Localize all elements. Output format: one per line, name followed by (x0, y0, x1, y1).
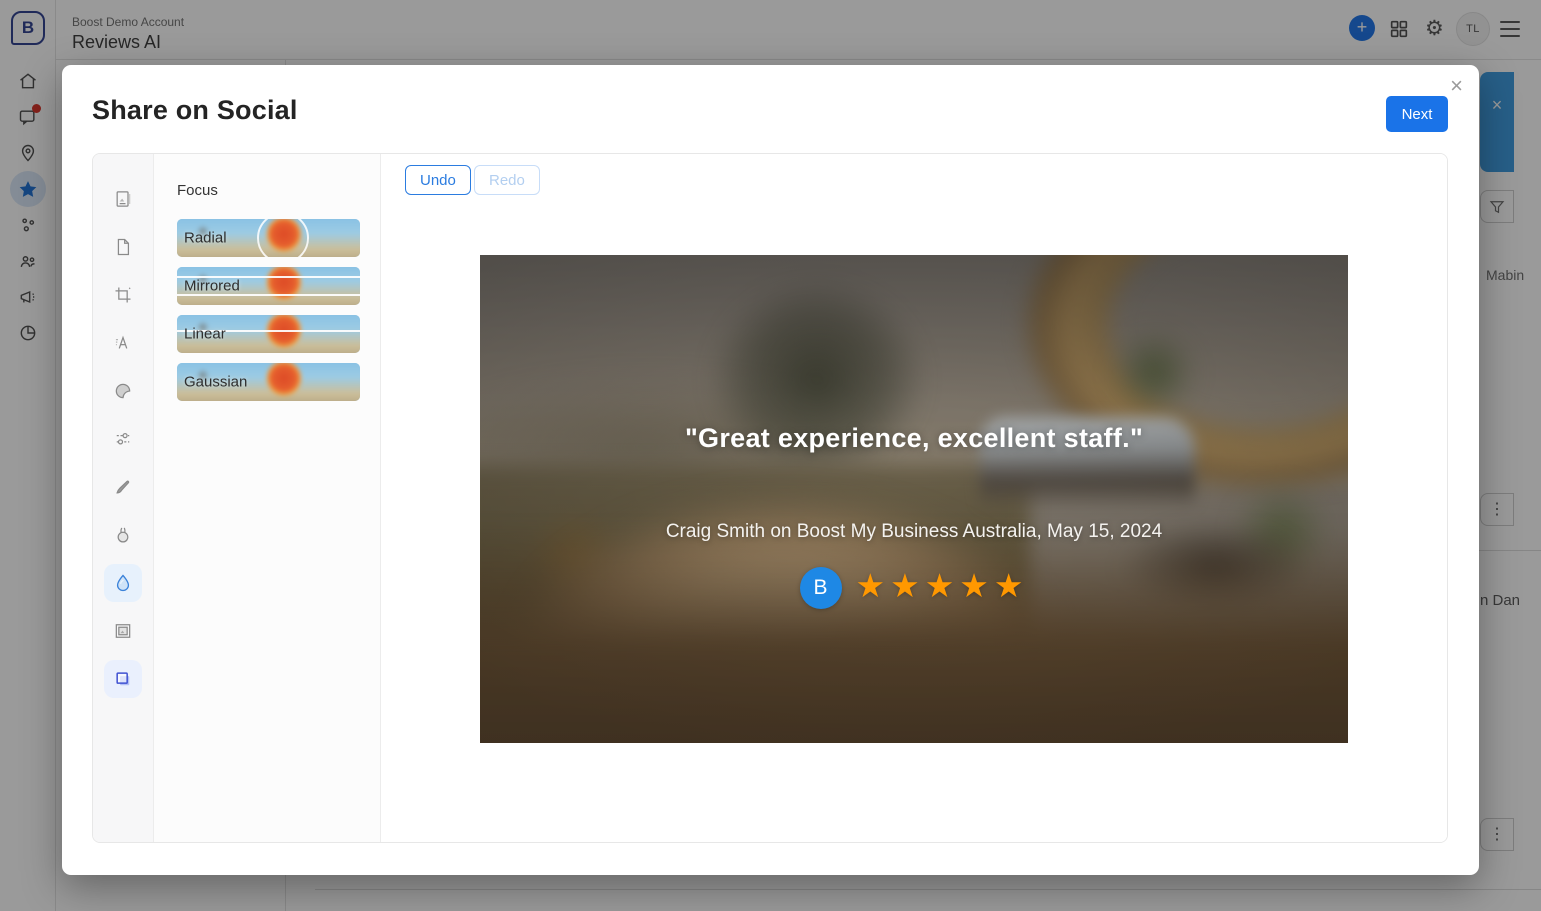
photo-dark-overlay (480, 255, 1348, 743)
focus-option-gaussian[interactable]: Gaussian (177, 363, 360, 401)
focus-option-mirrored[interactable]: Mirrored (177, 267, 360, 305)
sticker-tool-button[interactable] (104, 372, 142, 410)
brush-tool-button[interactable] (104, 468, 142, 506)
template-icon (113, 189, 133, 209)
crop-tool-button[interactable] (104, 276, 142, 314)
frame-tool-button[interactable] (104, 612, 142, 650)
brand-avatar: B (800, 567, 842, 609)
review-attribution: Craig Smith on Boost My Business Austral… (480, 521, 1348, 543)
crop-icon (113, 285, 133, 305)
file-icon (113, 237, 133, 257)
close-icon[interactable]: × (1446, 71, 1467, 101)
smudge-icon (113, 525, 133, 545)
redo-button[interactable]: Redo (474, 165, 540, 195)
blur-tool-button[interactable] (104, 564, 142, 602)
modal-title: Share on Social (92, 95, 298, 126)
editor-tool-rail (93, 154, 154, 842)
image-editor: Focus Radial Mirrored Linear Gaussian (92, 153, 1448, 843)
focus-option-label: Linear (184, 326, 226, 343)
brand-avatar-letter: B (814, 576, 828, 600)
radial-focus-ring (257, 219, 309, 257)
undo-button[interactable]: Undo (405, 165, 471, 195)
focus-panel-title: Focus (177, 182, 380, 199)
focus-option-label: Gaussian (184, 374, 247, 391)
focus-option-label: Radial (184, 230, 227, 247)
adjust-icon (113, 429, 133, 449)
next-button[interactable]: Next (1386, 96, 1448, 132)
review-badge-row: B ★★★★★ (480, 567, 1348, 609)
adjust-tool-button[interactable] (104, 420, 142, 458)
focus-option-radial[interactable]: Radial (177, 219, 360, 257)
brush-icon (113, 477, 133, 497)
editor-canvas: Undo Redo "Great experience, excellent s… (381, 154, 1447, 842)
sticker-icon (113, 381, 133, 401)
frame-icon (113, 621, 133, 641)
text-tool-button[interactable] (104, 324, 142, 362)
blur-icon (113, 573, 133, 593)
review-quote: "Great experience, excellent staff." (480, 423, 1348, 454)
star-rating: ★★★★★ (856, 569, 1029, 608)
focus-panel: Focus Radial Mirrored Linear Gaussian (154, 154, 381, 842)
overlay-icon (113, 669, 133, 689)
share-on-social-modal: × Share on Social Next (62, 65, 1479, 875)
smudge-tool-button[interactable] (104, 516, 142, 554)
text-icon (113, 333, 133, 353)
focus-option-linear[interactable]: Linear (177, 315, 360, 353)
template-tool-button[interactable] (104, 180, 142, 218)
file-tool-button[interactable] (104, 228, 142, 266)
review-image-preview[interactable]: "Great experience, excellent staff." Cra… (480, 255, 1348, 743)
focus-option-label: Mirrored (184, 278, 240, 295)
overlay-tool-button[interactable] (104, 660, 142, 698)
